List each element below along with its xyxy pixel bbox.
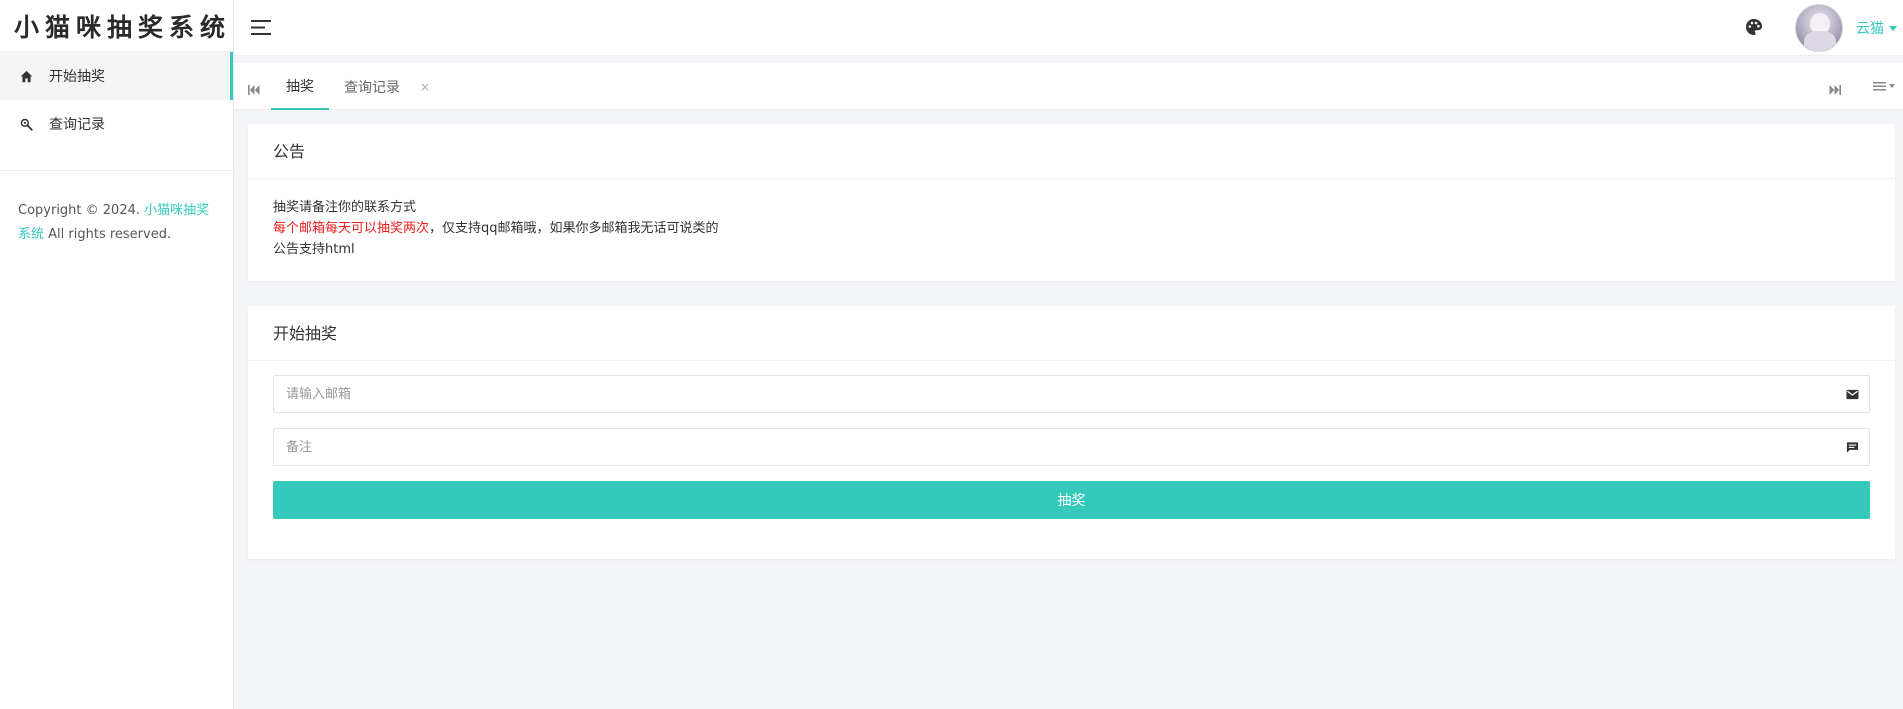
chevron-down-icon [1889,25,1897,31]
remark-input[interactable] [274,429,1869,465]
menu-icon [251,20,271,35]
email-field-wrapper [273,375,1870,413]
lottery-title: 开始抽奖 [248,306,1895,361]
list-icon [1873,82,1886,91]
menu-toggle-button[interactable] [251,19,273,36]
notice-body: 抽奖请备注你的联系方式 每个邮箱每天可以抽奖两次，仅支持qq邮箱哦，如果你多邮箱… [248,179,1895,260]
notice-line-3: 公告支持html [273,242,355,257]
chevron-down-icon [1889,84,1895,88]
app-logo[interactable]: 小猫咪抽奖系统 [0,0,233,52]
user-menu[interactable]: 云猫 [1856,18,1897,38]
tab-bar: 抽奖 查询记录 × [234,63,1903,110]
tab-query-records[interactable]: 查询记录 × [344,63,430,110]
email-input[interactable] [274,376,1869,412]
theme-palette-button[interactable] [1744,17,1766,39]
notice-line-1: 抽奖请备注你的联系方式 [273,200,417,215]
user-name: 云猫 [1856,21,1884,37]
copyright-prefix: Copyright © 2024. [18,203,141,218]
skip-forward-icon [1829,85,1841,95]
tab-options-button[interactable] [1873,78,1899,94]
comment-icon [1846,442,1859,453]
envelope-icon [1846,389,1859,400]
sidebar: 小猫咪抽奖系统 开始抽奖 查询记录 Copyright © 2024. 小猫咪抽… [0,0,234,709]
lottery-form: 抽奖 [248,361,1895,519]
sidebar-item-query-records[interactable]: 查询记录 [0,100,233,148]
close-icon[interactable]: × [420,80,430,94]
copyright: Copyright © 2024. 小猫咪抽奖系统 All rights res… [0,171,233,247]
tab-label: 查询记录 [344,79,400,96]
sidebar-item-label: 查询记录 [49,117,105,133]
sidebar-item-label: 开始抽奖 [49,69,105,85]
palette-icon [1746,19,1762,35]
skip-back-icon [248,85,260,95]
notice-line-2-rest: ，仅支持qq邮箱哦，如果你多邮箱我无话可说类的 [429,221,719,236]
lottery-submit-button[interactable]: 抽奖 [273,481,1870,519]
copyright-suffix: All rights reserved. [48,227,172,242]
tab-label: 抽奖 [286,78,314,95]
tab-scroll-right-button[interactable] [1829,80,1843,95]
lottery-card: 开始抽奖 抽奖 [248,306,1895,559]
tab-scroll-left-button[interactable] [248,80,262,95]
top-header: 云猫 [234,0,1903,56]
notice-line-2: 每个邮箱每天可以抽奖两次，仅支持qq邮箱哦，如果你多邮箱我无话可说类的 [273,218,1870,239]
home-icon [18,68,34,84]
notice-card: 公告 抽奖请备注你的联系方式 每个邮箱每天可以抽奖两次，仅支持qq邮箱哦，如果你… [248,124,1895,281]
notice-highlight: 每个邮箱每天可以抽奖两次 [273,221,430,236]
tab-lottery[interactable]: 抽奖 [271,63,329,110]
sidebar-item-start-lottery[interactable]: 开始抽奖 [0,52,233,100]
notice-title: 公告 [248,124,1895,179]
user-avatar[interactable] [1795,4,1843,52]
remark-field-wrapper [273,428,1870,466]
search-key-icon [18,116,34,132]
